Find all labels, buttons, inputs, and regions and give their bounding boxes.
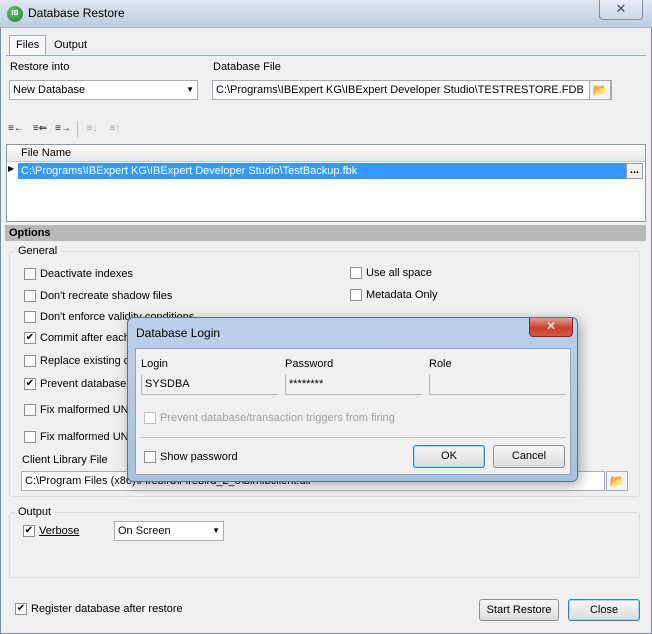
no-shadow-checkbox[interactable] bbox=[24, 290, 36, 302]
deactivate-indexes-checkbox[interactable] bbox=[24, 268, 36, 280]
output-group bbox=[9, 512, 640, 578]
tab-files[interactable]: Files bbox=[9, 35, 47, 55]
database-login-dialog: Database Login ✕ Login SYSDBA Password *… bbox=[127, 317, 578, 482]
add-file-icon[interactable]: ≡← bbox=[7, 121, 25, 137]
prevent-database-checkbox[interactable]: ✔ bbox=[24, 378, 36, 390]
verbose-target-value: On Screen bbox=[118, 525, 171, 537]
deactivate-indexes-label: Deactivate indexes bbox=[40, 268, 133, 280]
verbose-target-combo[interactable]: On Screen ▼ bbox=[114, 521, 224, 541]
move-down-icon[interactable]: ≡↓ bbox=[83, 121, 101, 137]
output-group-title: Output bbox=[15, 506, 55, 518]
show-password-checkbox[interactable] bbox=[144, 451, 156, 463]
role-label: Role bbox=[429, 358, 452, 370]
login-dialog-title: Database Login bbox=[136, 326, 221, 340]
grid-row[interactable]: C:\Programs\IBExpert KG\IBExpert Develop… bbox=[18, 163, 626, 179]
client-library-label: Client Library File bbox=[22, 454, 108, 466]
chevron-down-icon: ▼ bbox=[212, 526, 220, 535]
insert-file-icon[interactable]: ≡⇐ bbox=[31, 121, 49, 137]
commit-after-each-label: Commit after each bbox=[40, 332, 130, 344]
fix-malformed-1-checkbox[interactable] bbox=[24, 404, 36, 416]
login-label: Login bbox=[141, 358, 168, 370]
restore-into-label: Restore into bbox=[10, 61, 70, 73]
tab-output[interactable]: Output bbox=[48, 36, 93, 56]
use-all-space-checkbox[interactable] bbox=[350, 267, 362, 279]
chevron-down-icon: ▼ bbox=[186, 85, 194, 94]
verbose-label: Verbose bbox=[39, 525, 80, 537]
move-up-icon[interactable]: ≡↑ bbox=[106, 121, 124, 137]
role-input[interactable] bbox=[429, 375, 566, 395]
dialog-separator bbox=[140, 437, 566, 438]
fix-malformed-2-checkbox[interactable] bbox=[24, 431, 36, 443]
metadata-only-checkbox[interactable] bbox=[350, 289, 362, 301]
use-all-space-label: Use all space bbox=[366, 267, 433, 279]
restore-into-combo[interactable]: New Database ▼ bbox=[9, 80, 198, 100]
toolbar-separator bbox=[77, 121, 78, 137]
prevent-database-label: Prevent database bbox=[40, 378, 127, 390]
password-input[interactable]: ******** bbox=[285, 375, 422, 395]
login-dialog-close-button[interactable]: ✕ bbox=[529, 318, 573, 337]
commit-after-each-checkbox[interactable]: ✔ bbox=[24, 332, 36, 344]
ibexpert-logo-icon: IB bbox=[7, 6, 23, 22]
window-close-button[interactable]: ✕ bbox=[599, 0, 643, 20]
close-button[interactable]: Close bbox=[568, 599, 640, 621]
folder-open-icon[interactable]: 📂 bbox=[606, 471, 628, 491]
ok-button[interactable]: OK bbox=[413, 445, 485, 468]
login-input[interactable]: SYSDBA bbox=[141, 375, 278, 395]
browse-row-button[interactable]: ... bbox=[626, 163, 643, 179]
folder-open-icon[interactable]: 📂 bbox=[589, 80, 611, 100]
login-dialog-body: Login SYSDBA Password ******** Role Prev… bbox=[135, 348, 571, 475]
prevent-triggers-checkbox[interactable] bbox=[144, 412, 156, 424]
register-database-label: Register database after restore bbox=[31, 603, 183, 615]
database-file-label: Database File bbox=[213, 61, 281, 73]
fix-malformed-2-label: Fix malformed UNI bbox=[40, 431, 132, 443]
password-label: Password bbox=[285, 358, 334, 370]
restore-into-value: New Database bbox=[13, 84, 86, 96]
no-validity-checkbox[interactable] bbox=[24, 311, 36, 323]
show-password-label: Show password bbox=[160, 451, 238, 463]
database-file-input[interactable]: C:\Programs\IBExpert KG\IBExpert Develop… bbox=[212, 80, 612, 100]
replace-existing-label: Replace existing d bbox=[40, 355, 130, 367]
options-section-bar: Options bbox=[5, 225, 646, 241]
start-restore-button[interactable]: Start Restore bbox=[479, 599, 559, 621]
grid-header-row bbox=[7, 145, 645, 162]
metadata-only-label: Metadata Only bbox=[366, 289, 438, 301]
append-file-icon[interactable]: ≡→ bbox=[54, 121, 72, 137]
prevent-triggers-label: Prevent database/transaction triggers fr… bbox=[160, 412, 395, 424]
row-indicator-icon: ▶ bbox=[8, 164, 15, 173]
replace-existing-checkbox[interactable] bbox=[24, 355, 36, 367]
window-title: Database Restore bbox=[28, 6, 125, 20]
tab-divider bbox=[6, 55, 646, 56]
general-group-title: General bbox=[15, 245, 61, 257]
cancel-button[interactable]: Cancel bbox=[493, 445, 565, 468]
verbose-checkbox[interactable]: ✔ bbox=[23, 525, 35, 537]
no-shadow-label: Don't recreate shadow files bbox=[40, 290, 173, 302]
grid-header-file-name[interactable]: File Name bbox=[21, 147, 71, 159]
fix-malformed-1-label: Fix malformed UNI bbox=[40, 404, 132, 416]
register-database-checkbox[interactable]: ✔ bbox=[15, 603, 27, 615]
